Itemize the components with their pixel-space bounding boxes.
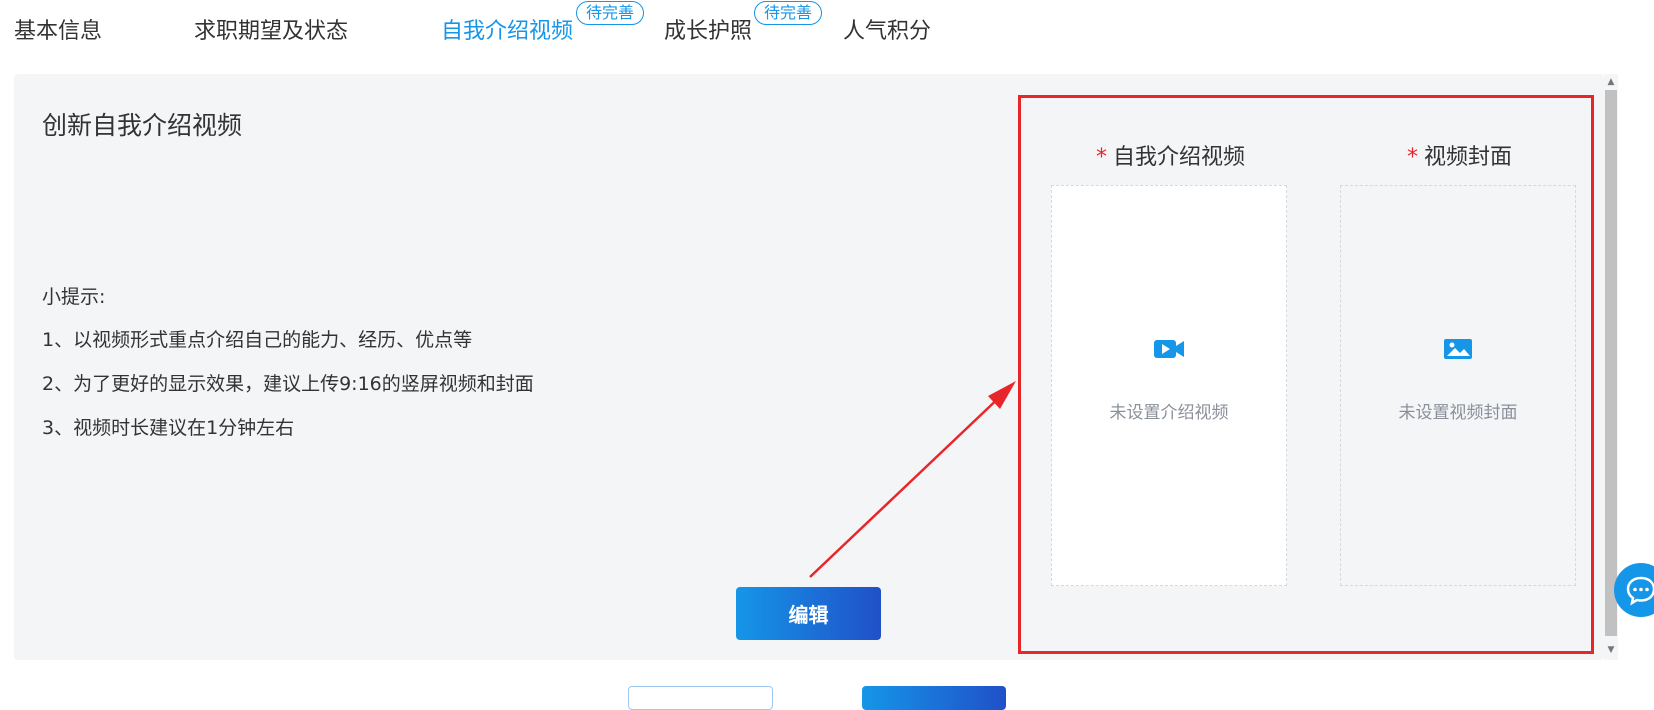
bottom-secondary-button[interactable]	[628, 686, 773, 710]
bottom-primary-button[interactable]	[862, 686, 1006, 710]
video-upload-hint: 未设置介绍视频	[1109, 403, 1229, 423]
cover-upload-box[interactable]: 未设置视频封面	[1340, 185, 1576, 586]
chat-bubble-icon	[1626, 576, 1654, 606]
cover-upload-label: * 视频封面	[1407, 145, 1513, 170]
image-icon	[1444, 339, 1472, 359]
cover-upload-hint: 未设置视频封面	[1398, 403, 1518, 423]
scroll-down-arrow-icon[interactable]: ▼	[1605, 644, 1617, 656]
chat-button[interactable]	[1614, 563, 1654, 617]
scrollbar-thumb[interactable]	[1605, 90, 1617, 636]
video-camera-icon	[1154, 340, 1184, 358]
video-upload-box[interactable]: 未设置介绍视频	[1051, 185, 1287, 586]
scroll-up-arrow-icon[interactable]: ▲	[1605, 76, 1617, 88]
video-upload-label: * 自我介绍视频	[1096, 145, 1246, 170]
